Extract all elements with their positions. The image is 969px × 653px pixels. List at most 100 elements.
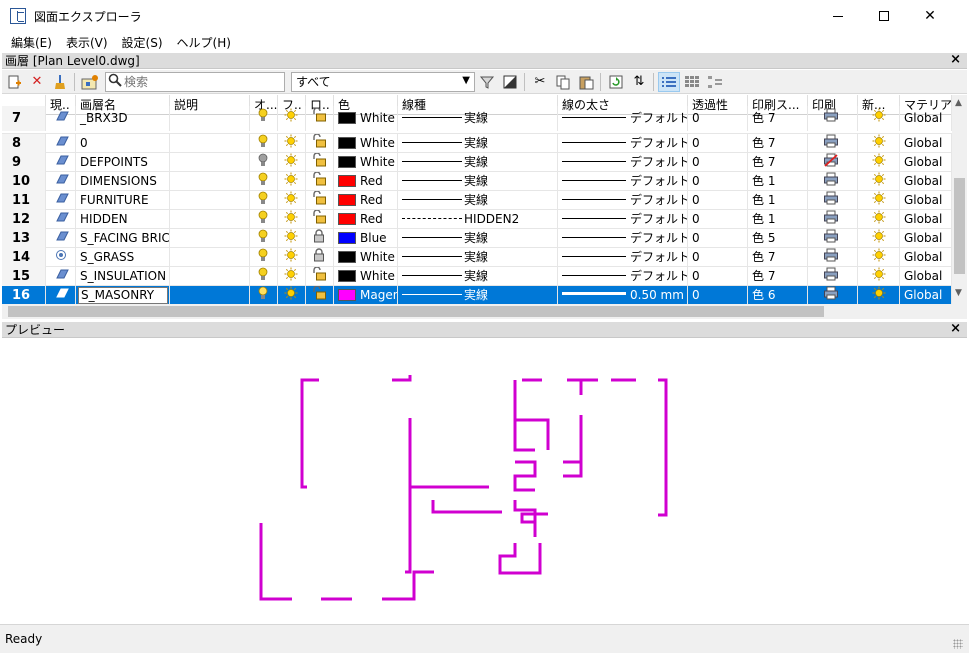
table-row[interactable]: 14 S_GRASS White 実線 デフォルト 0 色 7 Global: [2, 248, 952, 267]
linetype-cell[interactable]: 実線: [398, 191, 558, 210]
linetype-cell[interactable]: 実線: [398, 229, 558, 248]
description-cell[interactable]: [170, 153, 250, 172]
layer-name-cell[interactable]: S_INSULATION: [76, 267, 170, 286]
current-layer-cell[interactable]: [46, 286, 76, 304]
transparency-cell[interactable]: 0: [688, 153, 748, 172]
current-layer-cell[interactable]: [46, 153, 76, 172]
color-cell[interactable]: White: [334, 134, 398, 153]
swap-button[interactable]: ⇅: [628, 72, 650, 92]
layer-name-cell[interactable]: DEFPOINTS: [76, 153, 170, 172]
freeze-cell[interactable]: [278, 134, 306, 153]
table-row[interactable]: 9 DEFPOINTS White 実線 デフォルト 0 色 7 Global: [2, 153, 952, 172]
layer-name-cell[interactable]: DIMENSIONS: [76, 172, 170, 191]
description-cell[interactable]: [170, 286, 250, 304]
lineweight-cell[interactable]: デフォルト: [558, 229, 688, 248]
search-input[interactable]: [124, 74, 274, 89]
plot-cell[interactable]: [808, 134, 858, 153]
vertical-scrollbar[interactable]: ▲ ▼: [952, 95, 967, 304]
plot-cell[interactable]: [808, 286, 858, 304]
lineweight-cell[interactable]: デフォルト: [558, 191, 688, 210]
tree-view-button[interactable]: [704, 72, 726, 92]
lock-cell[interactable]: [306, 191, 334, 210]
new-vp-freeze-cell[interactable]: [858, 153, 900, 172]
transparency-cell[interactable]: 0: [688, 172, 748, 191]
description-cell[interactable]: [170, 229, 250, 248]
material-cell[interactable]: Global: [900, 210, 952, 229]
lineweight-cell[interactable]: 0.50 mm: [558, 286, 688, 304]
description-cell[interactable]: [170, 191, 250, 210]
material-cell[interactable]: Global: [900, 153, 952, 172]
minimize-button[interactable]: [815, 0, 861, 32]
layer-name-cell[interactable]: HIDDEN: [76, 210, 170, 229]
lineweight-cell[interactable]: デフォルト: [558, 153, 688, 172]
lineweight-cell[interactable]: デフォルト: [558, 106, 688, 131]
lock-cell[interactable]: [306, 210, 334, 229]
delete-layer-button[interactable]: ✕: [26, 72, 48, 92]
plot-cell[interactable]: [808, 229, 858, 248]
layer-name-cell[interactable]: S_GRASS: [76, 248, 170, 267]
lock-cell[interactable]: [306, 286, 334, 304]
new-vp-freeze-cell[interactable]: [858, 229, 900, 248]
material-cell[interactable]: Global: [900, 191, 952, 210]
current-layer-cell[interactable]: [46, 106, 76, 131]
table-row[interactable]: 11 FURNITURE Red 実線 デフォルト 0 色 1 Global: [2, 191, 952, 210]
layer-filter-select[interactable]: すべて ▼: [291, 71, 475, 92]
lock-cell[interactable]: [306, 172, 334, 191]
plot-style-cell[interactable]: 色 1: [748, 191, 808, 210]
linetype-cell[interactable]: 実線: [398, 267, 558, 286]
on-off-cell[interactable]: [250, 106, 278, 131]
invert-filter-button[interactable]: [499, 72, 521, 92]
color-cell[interactable]: White: [334, 153, 398, 172]
plot-style-cell[interactable]: 色 7: [748, 267, 808, 286]
plot-style-cell[interactable]: 色 5: [748, 229, 808, 248]
lock-cell[interactable]: [306, 106, 334, 131]
lineweight-cell[interactable]: デフォルト: [558, 248, 688, 267]
on-off-cell[interactable]: [250, 153, 278, 172]
linetype-cell[interactable]: 実線: [398, 172, 558, 191]
color-cell[interactable]: Red: [334, 172, 398, 191]
maximize-button[interactable]: [861, 0, 907, 32]
menu-settings[interactable]: 設定(S): [115, 34, 170, 51]
plot-cell[interactable]: [808, 153, 858, 172]
on-off-cell[interactable]: [250, 229, 278, 248]
layer-states-button[interactable]: [79, 72, 101, 92]
copy-button[interactable]: [552, 72, 574, 92]
color-cell[interactable]: White: [334, 106, 398, 131]
freeze-cell[interactable]: [278, 248, 306, 267]
table-row[interactable]: 12 HIDDEN Red HIDDEN2 デフォルト 0 色 1 Global: [2, 210, 952, 229]
on-off-cell[interactable]: [250, 286, 278, 304]
color-cell[interactable]: White: [334, 267, 398, 286]
table-row[interactable]: 7 _BRX3D White 実線 デフォルト 0 色 7 Global: [2, 106, 952, 134]
color-cell[interactable]: Blue: [334, 229, 398, 248]
freeze-cell[interactable]: [278, 172, 306, 191]
lineweight-cell[interactable]: デフォルト: [558, 210, 688, 229]
color-cell[interactable]: Red: [334, 210, 398, 229]
new-layer-button[interactable]: [3, 72, 25, 92]
current-layer-cell[interactable]: [46, 267, 76, 286]
lineweight-cell[interactable]: デフォルト: [558, 172, 688, 191]
linetype-cell[interactable]: 実線: [398, 153, 558, 172]
lock-cell[interactable]: [306, 267, 334, 286]
on-off-cell[interactable]: [250, 191, 278, 210]
description-cell[interactable]: [170, 172, 250, 191]
layer-name-cell[interactable]: _BRX3D: [76, 106, 170, 131]
layer-name-cell[interactable]: FURNITURE: [76, 191, 170, 210]
plot-style-cell[interactable]: 色 7: [748, 248, 808, 267]
plot-style-cell[interactable]: 色 7: [748, 106, 808, 131]
material-cell[interactable]: Global: [900, 134, 952, 153]
layer-name-cell[interactable]: S_MASONRY: [76, 286, 170, 304]
plot-style-cell[interactable]: 色 1: [748, 210, 808, 229]
new-vp-freeze-cell[interactable]: [858, 106, 900, 131]
lock-cell[interactable]: [306, 153, 334, 172]
plot-cell[interactable]: [808, 210, 858, 229]
filter-button[interactable]: [476, 72, 498, 92]
new-vp-freeze-cell[interactable]: [858, 172, 900, 191]
details-view-button[interactable]: [658, 71, 680, 92]
plot-cell[interactable]: [808, 191, 858, 210]
resize-grip-icon[interactable]: [953, 639, 963, 649]
new-vp-freeze-cell[interactable]: [858, 286, 900, 304]
linetype-cell[interactable]: 実線: [398, 286, 558, 304]
current-layer-cell[interactable]: [46, 210, 76, 229]
plot-cell[interactable]: [808, 106, 858, 131]
freeze-cell[interactable]: [278, 286, 306, 304]
